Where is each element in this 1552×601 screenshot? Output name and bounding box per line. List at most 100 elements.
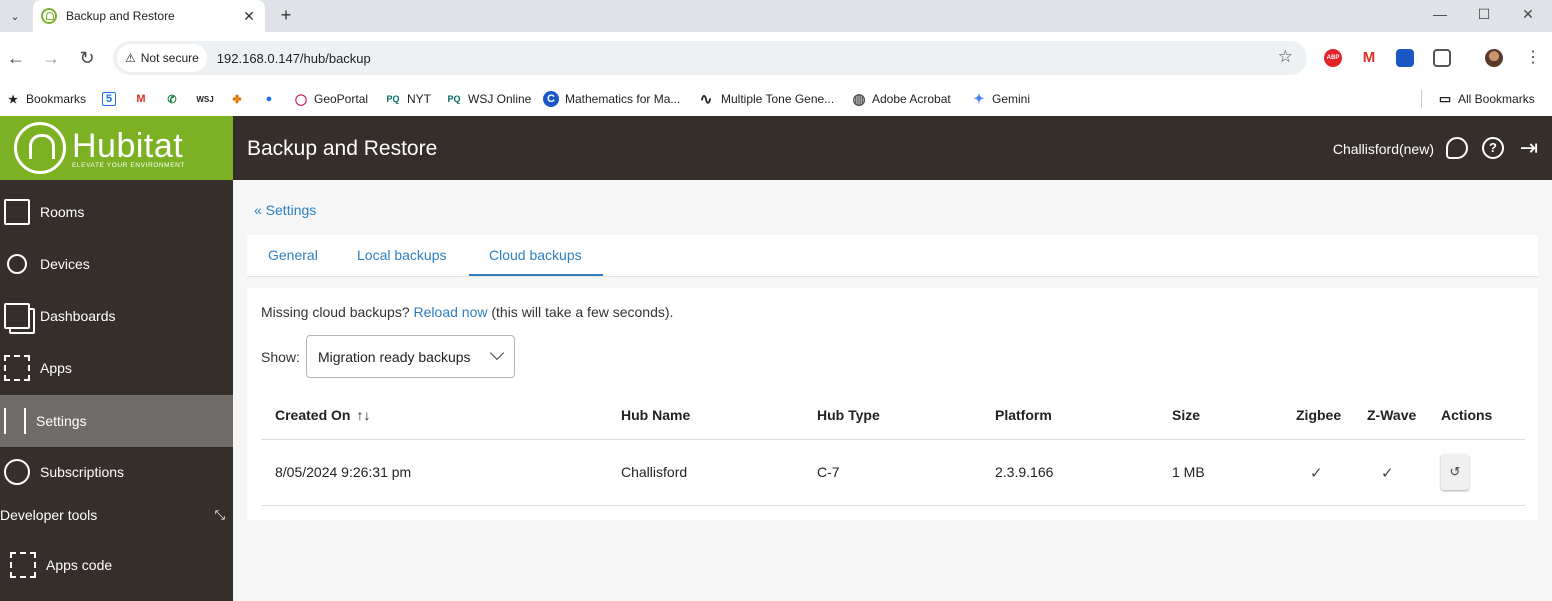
- sidebar-item-subscriptions[interactable]: Subscriptions: [0, 446, 233, 498]
- bookmark-item[interactable]: ✦ Gemini: [972, 88, 1030, 110]
- bookmark-item[interactable]: ◯ GeoPortal: [294, 88, 368, 110]
- brand-text: Hubitat ELEVATE YOUR ENVIRONMENT: [72, 128, 185, 169]
- zwave-check-icon: ✓: [1381, 465, 1394, 482]
- maximize-button[interactable]: ☐: [1474, 6, 1494, 23]
- security-label: Not secure: [140, 51, 199, 65]
- bookmark-label: WSJ Online: [468, 92, 532, 106]
- tab-search-button[interactable]: ⌄: [4, 5, 26, 27]
- tab-title: Backup and Restore: [66, 9, 175, 23]
- bookmark-item[interactable]: PQ WSJ Online: [446, 88, 531, 110]
- sidebar-item-label: Dashboards: [40, 308, 116, 324]
- hubitat-logo[interactable]: Hubitat ELEVATE YOUR ENVIRONMENT: [0, 116, 233, 180]
- warning-icon: ⚠: [125, 51, 136, 65]
- check-circle-icon: [4, 459, 30, 485]
- browser-tab-strip: ⌄ Backup and Restore ✕ + — ☐ ✕: [0, 0, 1552, 32]
- help-icon[interactable]: ?: [1482, 137, 1504, 159]
- column-header-zwave: Z-Wave: [1367, 407, 1417, 423]
- all-bookmarks-button[interactable]: ▭ All Bookmarks: [1438, 88, 1535, 110]
- bookmark-item[interactable]: ✆: [165, 88, 185, 110]
- sidebar-item-label: Settings: [36, 413, 87, 429]
- sidebar-item-label: Devices: [40, 256, 90, 272]
- hubitat-house-icon: [14, 122, 66, 174]
- restore-button[interactable]: ↺: [1441, 454, 1469, 490]
- sliders-icon: [4, 408, 26, 434]
- browser-tab-active[interactable]: Backup and Restore ✕: [33, 0, 265, 32]
- bookmark-item[interactable]: M: [134, 88, 154, 110]
- notice-suffix: (this will take a few seconds).: [491, 304, 674, 320]
- column-header-hub-name: Hub Name: [621, 407, 691, 423]
- bookmark-item[interactable]: ∿ Multiple Tone Gene...: [697, 88, 834, 110]
- address-bar[interactable]: ⚠ Not secure 192.168.0.147/hub/backup ☆: [113, 41, 1307, 75]
- bookmark-item[interactable]: C Mathematics for Ma...: [543, 88, 680, 110]
- dashboards-icon: [4, 303, 30, 329]
- tab-cloud-backups[interactable]: Cloud backups: [489, 247, 582, 263]
- rooms-icon: [4, 199, 30, 225]
- sidebar-item-settings[interactable]: Settings: [0, 395, 233, 447]
- bookmark-item[interactable]: ●: [262, 88, 282, 110]
- sidebar-item-devices[interactable]: Devices: [0, 238, 233, 290]
- bookmark-item[interactable]: ◍ Adobe Acrobat: [852, 88, 950, 110]
- hub-name[interactable]: Challisford(new): [1333, 141, 1434, 157]
- back-button[interactable]: ←: [4, 46, 28, 70]
- sidebar-item-apps-code[interactable]: Apps code: [0, 539, 233, 591]
- window-close-button[interactable]: ✕: [1518, 6, 1538, 23]
- pq-icon: PQ: [386, 94, 400, 104]
- gmail-checker-icon[interactable]: M: [1360, 49, 1378, 67]
- sidebar-item-dashboards[interactable]: Dashboards: [0, 290, 233, 342]
- tab-local-backups[interactable]: Local backups: [357, 247, 447, 263]
- new-tab-button[interactable]: +: [275, 4, 297, 26]
- developer-tools-section[interactable]: Developer tools ⤡: [0, 507, 233, 523]
- chat-icon[interactable]: [1446, 137, 1468, 159]
- gmail-icon: M: [136, 93, 146, 105]
- forward-button[interactable]: →: [39, 46, 63, 70]
- bookmark-label: Gemini: [992, 92, 1031, 106]
- notice-prefix: Missing cloud backups?: [261, 304, 410, 320]
- bookmarks-divider: [1421, 90, 1422, 108]
- contacts-icon: ●: [265, 93, 273, 105]
- backup-tabs: General Local backups Cloud backups: [247, 235, 1538, 277]
- bookmark-item[interactable]: ✤: [230, 88, 250, 110]
- bookmark-item[interactable]: WSJ: [196, 88, 220, 110]
- sidebar: Rooms Devices Dashboards Apps Settings S…: [0, 180, 233, 601]
- size-cell: 1 MB: [1172, 464, 1205, 480]
- tab-general[interactable]: General: [268, 247, 318, 263]
- hubitat-app: Hubitat ELEVATE YOUR ENVIRONMENT Backup …: [0, 116, 1552, 601]
- sidebar-item-rooms[interactable]: Rooms: [0, 186, 233, 238]
- zigbee-check-icon: ✓: [1310, 465, 1323, 482]
- column-header-zigbee: Zigbee: [1296, 407, 1342, 423]
- page-title: Backup and Restore: [247, 137, 438, 160]
- sidebar-item-apps[interactable]: Apps: [0, 342, 233, 394]
- collapse-icon[interactable]: ⤡: [215, 507, 225, 523]
- reload-button[interactable]: ↻: [75, 46, 99, 70]
- photos-icon: ✤: [232, 93, 242, 106]
- browser-menu-icon[interactable]: ⋮: [1524, 49, 1542, 67]
- logout-icon[interactable]: ⇥: [1518, 137, 1540, 159]
- backup-filter-select[interactable]: Migration ready backups: [306, 335, 515, 378]
- browser-toolbar: ← → ↻ ⚠ Not secure 192.168.0.147/hub/bac…: [0, 32, 1552, 84]
- back-to-settings-link[interactable]: « Settings: [254, 202, 316, 218]
- column-header-actions: Actions: [1441, 407, 1493, 423]
- minimize-button[interactable]: —: [1430, 6, 1450, 22]
- folder-icon: ▭: [1438, 91, 1452, 106]
- url-text[interactable]: 192.168.0.147/hub/backup: [217, 51, 371, 66]
- backups-table: Created On ↑↓ Hub Name Hub Type Platform …: [261, 392, 1525, 506]
- platform-cell: 2.3.9.166: [995, 464, 1054, 480]
- bookmark-item[interactable]: ★ Bookmarks: [6, 88, 86, 110]
- table-header-row: Created On ↑↓ Hub Name Hub Type Platform …: [261, 392, 1525, 440]
- adblock-plus-icon[interactable]: ABP: [1324, 49, 1342, 67]
- tab-close-icon[interactable]: ✕: [239, 6, 259, 26]
- bookmark-item[interactable]: 5: [102, 88, 122, 110]
- show-label: Show:: [261, 349, 300, 365]
- column-header-created-on[interactable]: Created On ↑↓: [275, 407, 370, 423]
- profile-avatar[interactable]: [1485, 49, 1503, 67]
- extension-blue-icon[interactable]: [1396, 49, 1414, 67]
- sort-icon[interactable]: ↑↓: [356, 407, 370, 423]
- bookmark-star-icon[interactable]: ☆: [1278, 47, 1293, 67]
- brand-name: Hubitat: [72, 126, 184, 165]
- active-tab-indicator: [469, 274, 603, 276]
- extensions-puzzle-icon[interactable]: [1433, 49, 1451, 67]
- bookmark-item[interactable]: PQ NYT: [385, 88, 431, 110]
- reload-now-link[interactable]: Reload now: [414, 304, 488, 320]
- pq-icon: PQ: [447, 94, 461, 104]
- security-indicator[interactable]: ⚠ Not secure: [117, 44, 207, 72]
